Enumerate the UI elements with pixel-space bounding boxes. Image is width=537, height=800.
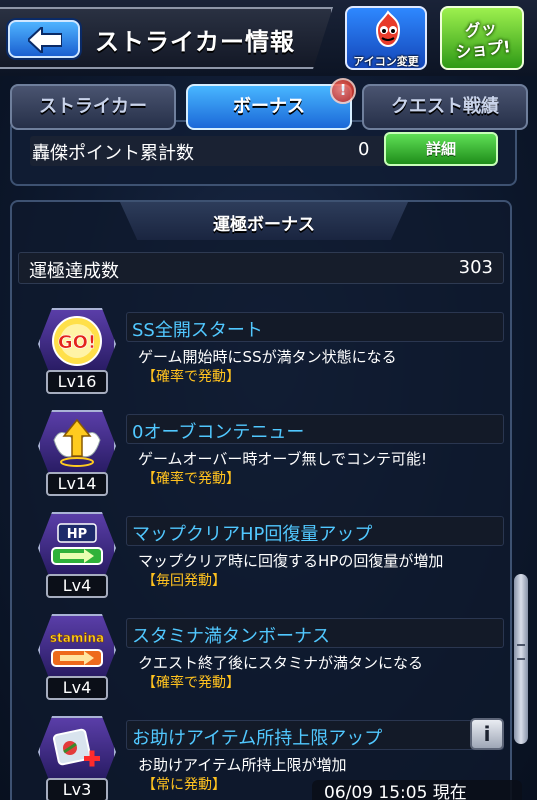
bonus-name: お助けアイテム所持上限アップ bbox=[132, 728, 383, 749]
bonus-icon: HP Lv4 bbox=[38, 512, 116, 600]
bonus-level: Lv14 bbox=[46, 472, 108, 496]
tab-striker[interactable]: ストライカー bbox=[10, 84, 176, 130]
bonus-name: 0オーブコンテニュー bbox=[132, 422, 305, 443]
bonus-level: Lv4 bbox=[46, 574, 108, 598]
bonus-section-title: 運極ボーナス bbox=[213, 215, 315, 235]
bonus-trigger: 【確率で発動】 bbox=[142, 675, 240, 691]
notification-badge: ! bbox=[330, 78, 356, 104]
bonus-level: Lv16 bbox=[46, 370, 108, 394]
points-label: 轟傑ポイント累計数 bbox=[32, 143, 194, 164]
bonus-trigger: 【常に発動】 bbox=[142, 777, 226, 793]
bonus-icon: Lv3 bbox=[38, 716, 116, 800]
icon-change-button[interactable]: アイコン変更 bbox=[345, 6, 427, 70]
bonus-desc: ゲーム開始時にSSが満タン状態になる bbox=[138, 348, 397, 366]
back-button[interactable] bbox=[8, 20, 80, 58]
svg-text:HP: HP bbox=[67, 527, 87, 542]
info-button[interactable]: i bbox=[470, 718, 504, 750]
bonus-name: スタミナ満タンボーナス bbox=[132, 626, 330, 647]
bonus-trigger: 【確率で発動】 bbox=[142, 369, 240, 385]
bonus-desc: お助けアイテム所持上限が増加 bbox=[138, 756, 347, 774]
fire-character-icon bbox=[375, 10, 401, 48]
tab-bonus[interactable]: ボーナス bbox=[186, 84, 352, 130]
bonus-name: マップクリアHP回復量アップ bbox=[132, 524, 373, 545]
bonus-item[interactable]: stamina Lv4 スタミナ満タンボーナス クエスト終了後にスタミナが満タン… bbox=[24, 614, 504, 714]
achieve-row: 運極達成数 303 bbox=[18, 252, 504, 284]
bonus-icon: stamina Lv4 bbox=[38, 614, 116, 702]
detail-button[interactable]: 詳細 bbox=[384, 132, 498, 166]
bonus-trigger: 【確率で発動】 bbox=[142, 471, 240, 487]
bonus-item[interactable]: GO! Lv16 SS全開スタート ゲーム開始時にSSが満タン状態になる 【確率… bbox=[24, 308, 504, 408]
tab-quest-record[interactable]: クエスト戦績 bbox=[362, 84, 528, 130]
bonus-panel: 運極ボーナス 運極達成数 303 GO! Lv16 SS全開スタート ゲーム開始… bbox=[10, 200, 512, 800]
notification-mark: ! bbox=[339, 81, 347, 99]
back-arrow-icon bbox=[28, 27, 62, 53]
bonus-item[interactable]: Lv14 0オーブコンテニュー ゲームオーバー時オーブ無しでコンテ可能! 【確率… bbox=[24, 410, 504, 510]
goods-shop-label: グッ ショプ! bbox=[440, 16, 524, 64]
scrollbar-grip-icon bbox=[517, 644, 525, 660]
bonus-header: 運極ボーナス bbox=[120, 202, 408, 240]
page-title: ストライカー情報 bbox=[95, 28, 295, 56]
bonus-icon: GO! Lv16 bbox=[38, 308, 116, 396]
bonus-icon: Lv14 bbox=[38, 410, 116, 498]
stamina-gauge-icon: stamina bbox=[50, 631, 104, 667]
winged-arrow-icon bbox=[53, 418, 101, 467]
header-bar: ストライカー情報 アイコン変更 グッ ショプ! bbox=[0, 0, 537, 76]
scrollbar[interactable] bbox=[514, 574, 528, 744]
bonus-level: Lv4 bbox=[46, 676, 108, 700]
svg-text:GO!: GO! bbox=[58, 332, 96, 353]
bonus-desc: クエスト終了後にスタミナが満タンになる bbox=[138, 654, 424, 672]
bonus-desc: ゲームオーバー時オーブ無しでコンテ可能! bbox=[138, 450, 428, 468]
tab-bar: ストライカー ボーナス クエスト戦績 ! bbox=[0, 78, 537, 136]
achieve-label: 運極達成数 bbox=[29, 261, 119, 282]
bonus-item[interactable]: HP Lv4 マップクリアHP回復量アップ マップクリア時に回復するHPの回復量… bbox=[24, 512, 504, 612]
item-plus-icon bbox=[52, 728, 100, 767]
points-value: 0 bbox=[358, 139, 370, 160]
screen: ストライカー情報 アイコン変更 グッ ショプ! 轟傑ポイント累計数 0 詳細 ス… bbox=[0, 0, 537, 800]
icon-change-label: アイコン変更 bbox=[353, 55, 419, 68]
bonus-name: SS全開スタート bbox=[132, 320, 263, 341]
timestamp: 06/09 15:05 現在 bbox=[312, 780, 522, 800]
bonus-trigger: 【毎回発動】 bbox=[142, 573, 226, 589]
hp-gauge-icon: HP bbox=[51, 523, 103, 565]
bonus-level: Lv3 bbox=[46, 778, 108, 800]
achieve-value: 303 bbox=[458, 257, 493, 278]
goods-shop-button[interactable]: グッ ショプ! bbox=[440, 6, 524, 70]
svg-text:stamina: stamina bbox=[50, 631, 104, 645]
bonus-desc: マップクリア時に回復するHPの回復量が増加 bbox=[138, 552, 444, 570]
go-badge-icon: GO! bbox=[52, 316, 102, 366]
